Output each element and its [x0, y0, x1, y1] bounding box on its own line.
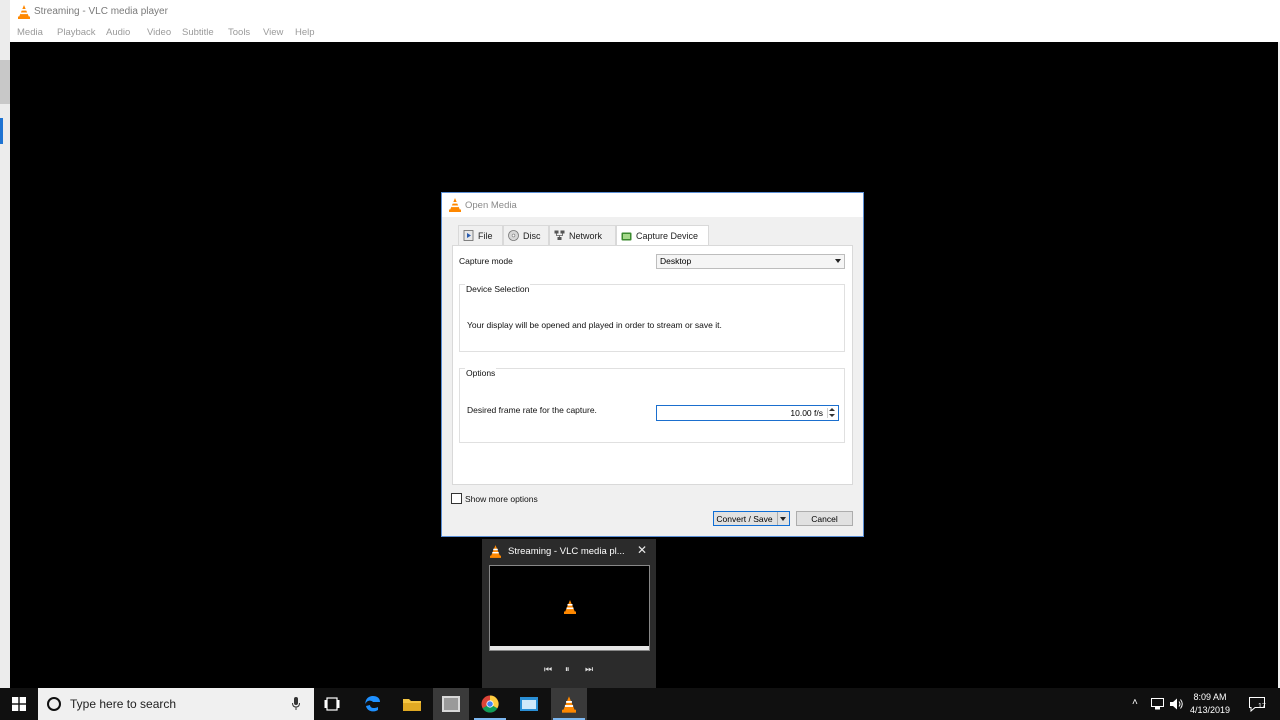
- clock-date: 4/13/2019: [1189, 705, 1231, 715]
- taskbar-thumbnail-preview[interactable]: Streaming - VLC media pl... ✕ ⏮ ⏸ ⏭: [482, 539, 656, 688]
- cortana-icon: [47, 697, 61, 711]
- tab-file[interactable]: File: [458, 225, 503, 245]
- notification-center-icon[interactable]: 17: [1242, 688, 1272, 720]
- show-more-options-checkbox[interactable]: [451, 493, 462, 504]
- microphone-icon[interactable]: [292, 697, 300, 711]
- next-icon[interactable]: ⏭: [585, 664, 593, 675]
- vlc-cone-icon: [490, 545, 501, 558]
- tab-disc-label: Disc: [523, 230, 541, 241]
- chevron-down-icon: [780, 517, 786, 521]
- pause-icon[interactable]: ⏸: [565, 664, 570, 675]
- disc-icon: [508, 230, 519, 241]
- file-icon: [463, 230, 474, 241]
- vlc-cone-icon: [564, 600, 576, 614]
- file-explorer-icon[interactable]: [394, 688, 430, 720]
- tab-network[interactable]: Network: [549, 225, 616, 245]
- options-title: Options: [465, 368, 497, 378]
- vlc-cone-icon: [449, 198, 461, 212]
- spin-buttons[interactable]: [827, 408, 836, 418]
- chrome-icon[interactable]: [472, 688, 508, 720]
- network-status-icon[interactable]: [1151, 698, 1164, 710]
- device-selection-text: Your display will be opened and played i…: [467, 320, 722, 330]
- capture-mode-label: Capture mode: [459, 256, 513, 266]
- chevron-down-icon: [835, 259, 841, 263]
- tab-network-label: Network: [569, 230, 603, 241]
- tab-file-label: File: [478, 230, 493, 241]
- menu-subtitle[interactable]: Subtitle: [182, 27, 214, 38]
- app-window-icon[interactable]: [511, 688, 547, 720]
- chevron-up-icon[interactable]: ˄: [1132, 697, 1138, 708]
- network-icon: [554, 230, 565, 240]
- close-icon[interactable]: ✕: [637, 543, 647, 557]
- menu-help[interactable]: Help: [295, 27, 315, 38]
- tab-capture-device[interactable]: Capture Device: [616, 225, 709, 246]
- capture-device-panel: Capture mode Desktop Device Selection Yo…: [452, 245, 853, 485]
- search-placeholder: Type here to search: [70, 697, 177, 711]
- thumbnail-preview-image[interactable]: [489, 565, 650, 651]
- convert-save-button[interactable]: Convert / Save: [713, 511, 790, 526]
- tab-bar: File Disc Network Capture Device: [452, 225, 852, 246]
- menu-bar: Media Playback Audio Video Subtitle Tool…: [10, 24, 1280, 42]
- vlc-title-bar: Streaming - VLC media player: [10, 0, 1280, 24]
- edge-icon[interactable]: [355, 688, 391, 720]
- background-highlight: [0, 118, 3, 144]
- tab-disc[interactable]: Disc: [503, 225, 549, 245]
- system-clock[interactable]: 8:09 AM 4/13/2019: [1186, 691, 1234, 717]
- menu-audio[interactable]: Audio: [106, 27, 130, 38]
- vlc-icon[interactable]: [551, 688, 587, 720]
- tab-capture-device-label: Capture Device: [636, 231, 699, 241]
- frame-rate-spinbox[interactable]: 10.00 f/s: [656, 405, 839, 421]
- vlc-cone-icon: [18, 5, 30, 19]
- window-title: Streaming - VLC media player: [34, 6, 168, 17]
- start-button[interactable]: [0, 688, 38, 720]
- dialog-title: Open Media: [465, 200, 517, 211]
- clock-time: 8:09 AM: [1193, 692, 1227, 702]
- thumbnail-seek-bar: [490, 646, 649, 650]
- capture-device-icon: [621, 232, 632, 240]
- previous-icon[interactable]: ⏮: [544, 664, 552, 675]
- convert-save-label: Convert / Save: [716, 513, 773, 524]
- volume-icon[interactable]: [1170, 698, 1183, 710]
- dialog-title-bar: Open Media: [442, 193, 863, 217]
- menu-playback[interactable]: Playback: [57, 27, 96, 38]
- device-selection-group: Device Selection Your display will be op…: [459, 284, 845, 352]
- menu-media[interactable]: Media: [17, 27, 43, 38]
- background-block: [0, 60, 10, 104]
- menu-video[interactable]: Video: [147, 27, 171, 38]
- frame-rate-value: 10.00 f/s: [790, 408, 823, 418]
- taskbar-search-box[interactable]: Type here to search: [38, 688, 314, 720]
- capture-mode-value: Desktop: [660, 256, 692, 266]
- menu-tools[interactable]: Tools: [228, 27, 250, 38]
- thumbnail-title: Streaming - VLC media pl...: [508, 546, 625, 557]
- app-icon[interactable]: [433, 688, 469, 720]
- device-selection-title: Device Selection: [465, 284, 531, 294]
- capture-mode-select[interactable]: Desktop: [656, 254, 845, 269]
- show-more-options-label[interactable]: Show more options: [465, 494, 538, 504]
- spin-up-icon[interactable]: [829, 408, 835, 411]
- windows-taskbar: Type here to search ˄ 8:09 AM 4/13/2019 …: [0, 688, 1280, 720]
- cancel-button[interactable]: Cancel: [796, 511, 853, 526]
- frame-rate-label: Desired frame rate for the capture.: [467, 405, 597, 415]
- notification-count: 17: [1258, 703, 1266, 710]
- open-media-dialog: Open Media File Disc Network Capture Dev…: [441, 192, 864, 537]
- background-window-edge: [0, 0, 10, 688]
- menu-view[interactable]: View: [263, 27, 283, 38]
- convert-save-dropdown[interactable]: [777, 512, 789, 525]
- windows-logo-icon: [12, 697, 26, 711]
- spin-down-icon[interactable]: [829, 414, 835, 417]
- cancel-label: Cancel: [811, 513, 838, 524]
- task-view-icon[interactable]: [314, 688, 350, 720]
